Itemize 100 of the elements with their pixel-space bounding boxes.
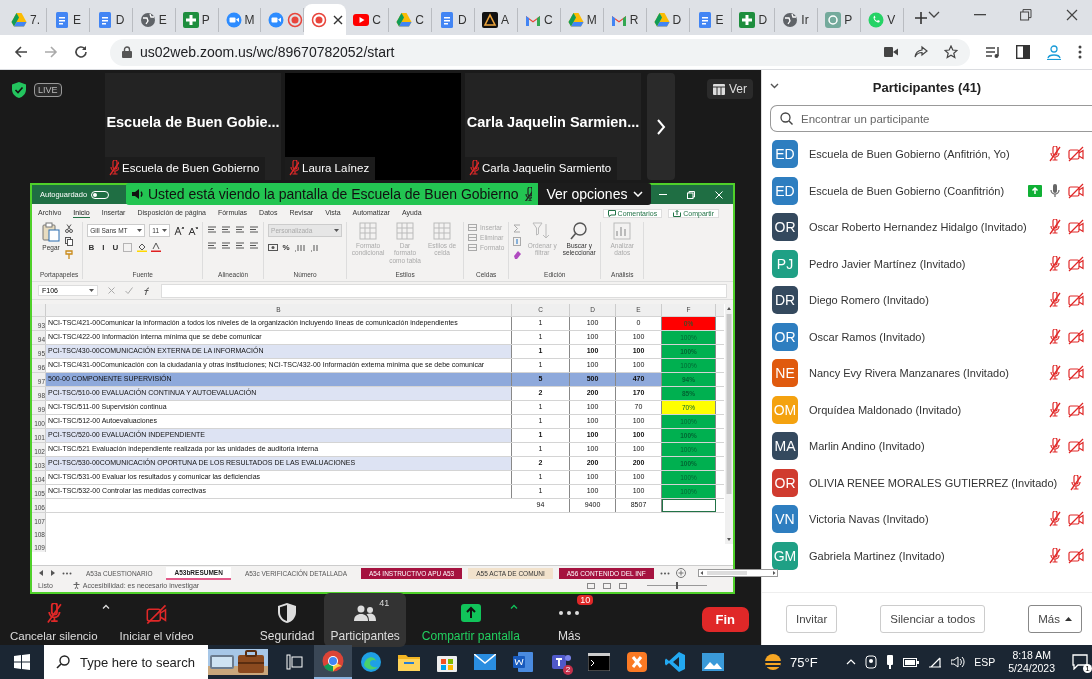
check-icon[interactable] [125,287,133,294]
participant-row[interactable]: OM Orquídea Maldonado (Invitado) [762,391,1092,428]
toolbar-button[interactable]: 10 Más [547,592,597,647]
browser-tab[interactable]: Ir [775,8,819,32]
toolbar-button[interactable]: 41 Participantes [324,592,406,647]
more-sheets-icon[interactable] [62,571,72,575]
grow-font-icon[interactable] [174,226,185,235]
speaker-icon[interactable] [951,656,966,668]
browser-tab[interactable]: D [732,8,776,32]
caret-up-icon[interactable] [509,604,518,609]
participant-row[interactable]: OR OLIVIA RENEE MORALES GUTIERREZ (Invitado) [762,464,1092,501]
browser-tab[interactable]: C [517,8,561,32]
search-field[interactable]: Encontrar un participante [770,105,1092,132]
more-sheets-icon[interactable] [659,571,670,575]
taskbar-app[interactable]: 2 [542,645,580,679]
add-sheet-icon[interactable] [675,568,686,578]
scrollbar[interactable] [725,304,733,544]
format-button[interactable]: B [87,243,96,252]
browser-tab[interactable]: R [603,8,647,32]
view-button[interactable]: Ver [707,79,753,99]
participant-row[interactable]: GM Gabriela Martinez (Invitado) [762,537,1092,574]
browser-tab[interactable]: C [389,8,433,32]
windows-icon[interactable] [14,654,30,670]
share-icon[interactable] [914,45,928,59]
new-tab-icon[interactable] [914,11,929,25]
format-button[interactable]: U [111,243,120,252]
camera-icon[interactable] [884,47,898,57]
currency-icon[interactable] [268,243,279,252]
toolbar-button[interactable]: Cancelar silencio [10,593,98,646]
function-icon[interactable] [143,286,151,295]
align-icon[interactable] [249,241,260,250]
star-icon[interactable] [944,45,958,59]
align-icon[interactable] [235,241,246,250]
toolbar-button[interactable]: Iniciar el vídeo [119,593,194,646]
formula-field[interactable] [161,283,727,298]
browser-tab[interactable]: D [646,8,690,32]
restore-icon[interactable] [1020,8,1033,21]
scissors-icon[interactable] [65,224,73,233]
prev-sheet-icon[interactable] [38,570,44,576]
side-panel-icon[interactable] [1016,45,1030,59]
participant-row[interactable]: VN Victoria Navas (Invitado) [762,501,1092,538]
horizontal-scrollbar[interactable] [697,569,778,577]
meet-now-icon[interactable] [865,655,878,669]
menu-icon[interactable] [1078,45,1082,59]
browser-tab[interactable]: E [132,8,176,32]
browser-tab[interactable]: A [474,8,518,32]
language-indicator[interactable]: ESP [974,656,996,668]
address-bar[interactable]: us02web.zoom.us/wc/89670782052/start [110,38,970,66]
search-field[interactable]: Type here to search [44,645,208,679]
fill-color-icon[interactable] [137,243,148,252]
font-color-icon[interactable] [151,243,162,252]
chevron-down-icon[interactable] [770,83,779,89]
format-button[interactable]: % [282,243,291,252]
participant-row[interactable]: OR Oscar Roberto Hernandez Hidalgo (Invitado) [762,209,1092,246]
browser-tab[interactable]: M [218,8,262,32]
align-icon[interactable] [221,241,232,250]
view-options-button[interactable]: Ver opciones [538,183,652,205]
shrink-font-icon[interactable] [188,226,199,235]
reload-icon[interactable] [74,45,88,59]
table-cell[interactable] [662,499,716,512]
align-icon[interactable] [235,225,246,234]
next-sheet-icon[interactable] [50,570,56,576]
clock[interactable]: 8:18 AM 5/24/2023 [1008,649,1055,675]
browser-tab[interactable] [304,4,347,35]
toolbar-button[interactable]: Compartir pantalla [415,592,526,647]
chevron-up-icon[interactable] [846,659,857,665]
browser-tab[interactable]: E [689,8,733,32]
wifi-icon[interactable] [928,656,943,668]
align-icon[interactable] [207,241,218,250]
view-icons[interactable] [587,582,627,589]
format-button[interactable]: I [99,243,108,252]
taskbar-app[interactable] [314,645,352,679]
browser-tab[interactable]: V [861,8,905,32]
minimize-icon[interactable] [659,193,667,196]
usb-icon[interactable] [886,655,895,669]
browser-tab[interactable]: D [89,8,133,32]
panel-button[interactable]: Silenciar a todos [880,605,986,633]
close-icon[interactable] [333,14,344,25]
browser-tab[interactable]: M [560,8,604,32]
align-icon[interactable] [249,225,260,234]
participant-row[interactable]: MA Marlin Andino (Invitado) [762,428,1092,465]
back-icon[interactable] [14,45,28,59]
panel-button[interactable]: Más [1028,605,1082,633]
end-button[interactable]: Fin [701,607,749,632]
profile-icon[interactable] [1046,44,1062,60]
toolbar-button[interactable]: Seguridad [253,592,321,647]
copy-icon[interactable] [65,237,73,246]
minimize-icon[interactable] [974,13,987,16]
participant-row[interactable]: DR Diego Romero (Invitado) [762,282,1092,319]
browser-tab[interactable]: P [175,8,219,32]
align-icon[interactable] [207,225,218,234]
participant-row[interactable]: OR Oscar Ramos (Invitado) [762,318,1092,355]
media-list-icon[interactable] [986,46,1000,58]
battery-icon[interactable] [903,657,920,667]
participant-row[interactable]: NE Nancy Evy Rivera Manzanares (Invitado) [762,355,1092,392]
participant-row[interactable]: PJ Pedro Javier Martínez (Invitado) [762,245,1092,282]
participant-row[interactable]: ED Escuela de Buen Gobierno (Coanfitrión) [762,172,1092,209]
participant-row[interactable]: ED Escuela de Buen Gobierno (Anfitrión, Yo) [762,136,1092,173]
panel-button[interactable]: Invitar [786,605,838,633]
eraser-icon[interactable] [513,250,523,259]
